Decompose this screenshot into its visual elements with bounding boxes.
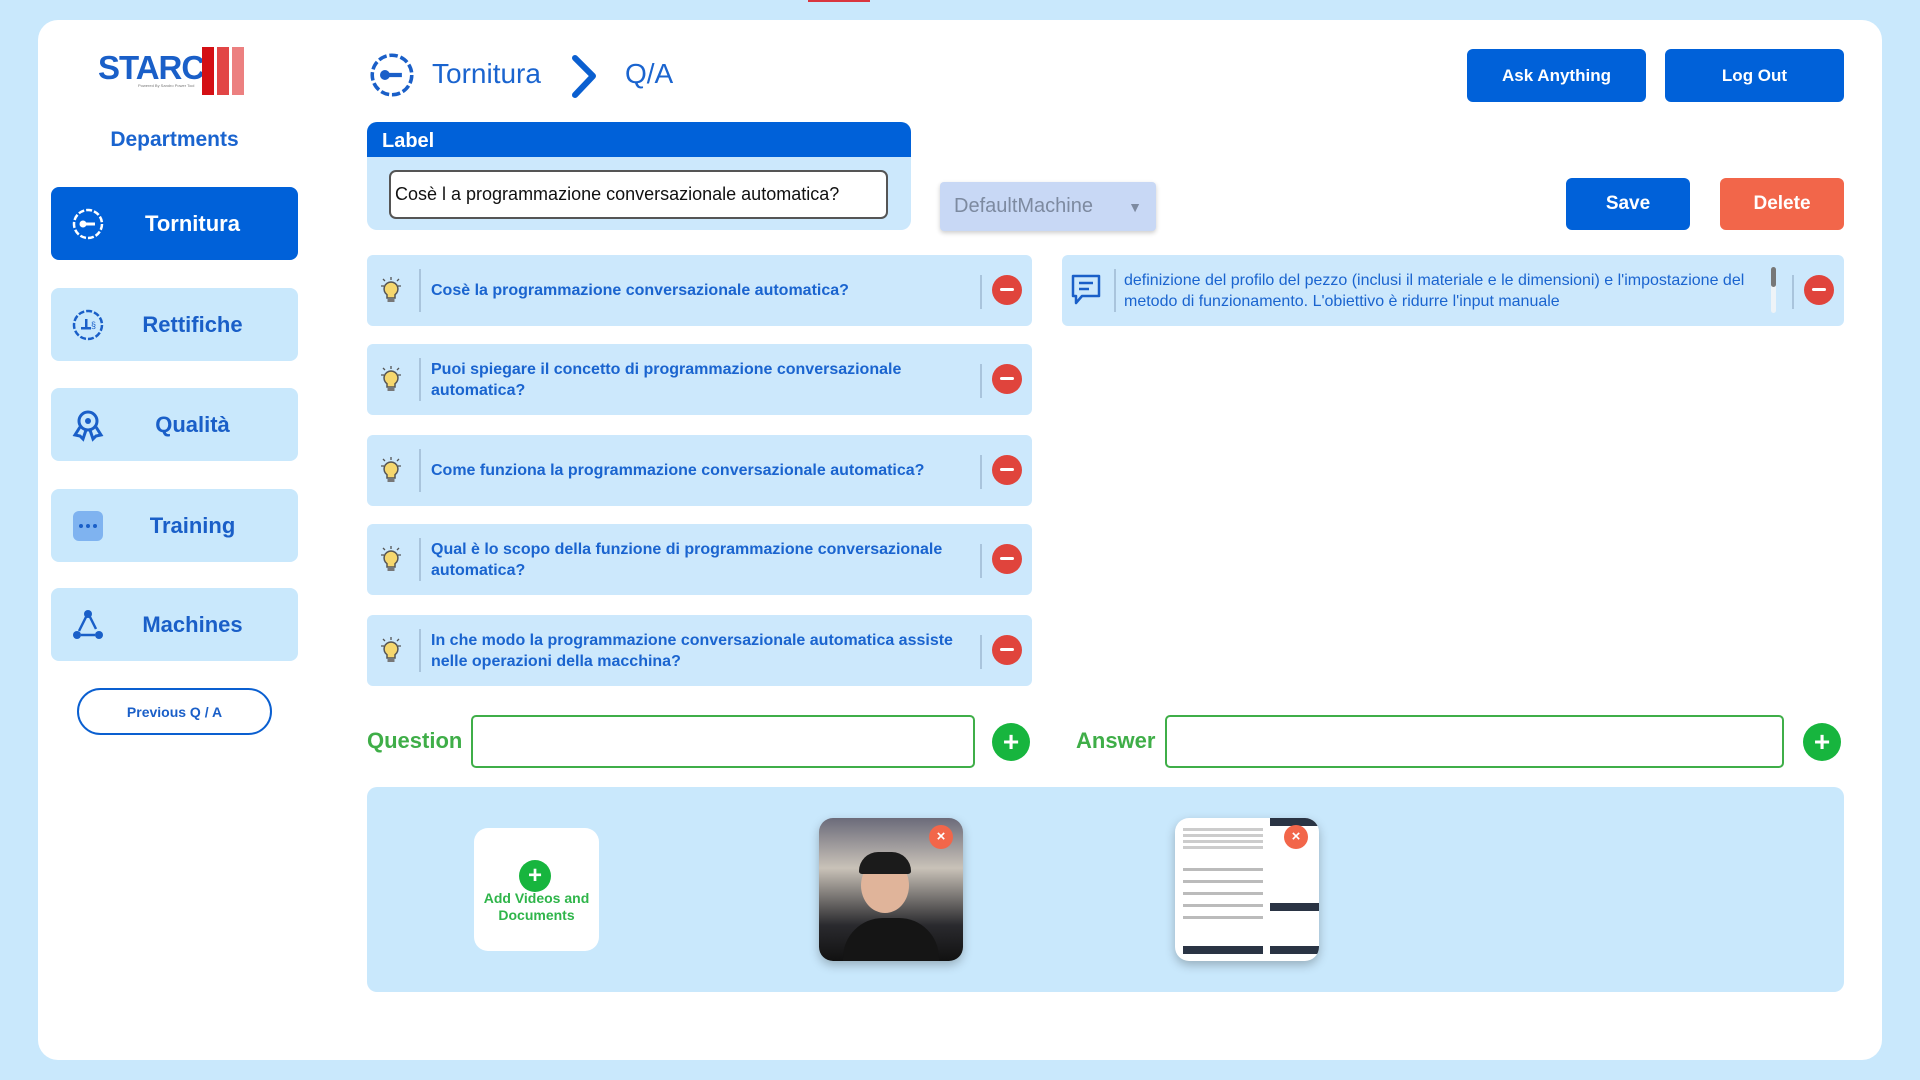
plus-icon: + — [1813, 726, 1831, 757]
machine-select-value: DefaultMachine — [954, 195, 1093, 217]
remove-question-button[interactable] — [992, 364, 1022, 394]
add-media-button[interactable]: + Add Videos and Documents — [474, 828, 599, 951]
breadcrumb-page: Q/A — [625, 58, 674, 89]
remove-question-button[interactable] — [992, 544, 1022, 574]
plus-icon: + — [519, 860, 551, 892]
lightbulb-icon — [381, 637, 401, 662]
question-text: Come funziona la programmazione conversa… — [431, 462, 925, 479]
answer-item: definizione del profilo del pezzo (inclu… — [1062, 255, 1844, 326]
machine-select[interactable]: DefaultMachine ▼ — [940, 182, 1156, 231]
label-input[interactable] — [389, 170, 888, 219]
question-item: Cosè la programmazione conversazionale a… — [367, 255, 1032, 326]
add-media-label: Add Videos and Documents — [483, 890, 590, 923]
remove-answer-button[interactable] — [1804, 275, 1834, 305]
gear-key-icon — [72, 208, 104, 240]
sidebar-item-rettifiche[interactable]: § Rettifiche — [51, 288, 298, 361]
question-text: Qual è lo scopo della funzione di progra… — [431, 540, 943, 579]
logo-text: STARC — [98, 49, 205, 86]
answer-scrollbar[interactable] — [1771, 267, 1776, 313]
remove-document-button[interactable]: × — [1284, 825, 1308, 849]
top-indicator — [808, 0, 870, 2]
lightbulb-icon — [381, 366, 401, 391]
question-input[interactable] — [471, 715, 975, 768]
caret-down-icon: ▼ — [1128, 198, 1142, 215]
label-title: Label — [367, 122, 911, 157]
sidebar-item-tornitura[interactable]: Tornitura — [51, 187, 298, 260]
remove-question-button[interactable] — [992, 455, 1022, 485]
logo-tagline: Powered By Sandro Power Tool — [138, 83, 195, 88]
question-item: In che modo la programmazione conversazi… — [367, 615, 1032, 686]
save-button[interactable]: Save — [1566, 178, 1690, 230]
remove-video-button[interactable]: × — [929, 825, 953, 849]
label-card: Label — [367, 122, 911, 230]
lightbulb-icon — [381, 457, 401, 482]
delete-button[interactable]: Delete — [1720, 178, 1844, 230]
gear-grinder-icon: § — [72, 309, 104, 341]
question-text: Puoi spiegare il concetto di programmazi… — [431, 360, 902, 399]
answer-text: definizione del profilo del pezzo (inclu… — [1124, 271, 1745, 310]
network-triangle-icon — [73, 610, 103, 639]
gear-key-icon — [370, 53, 414, 97]
lightbulb-icon — [381, 277, 401, 302]
previous-qa-button[interactable]: Previous Q / A — [77, 688, 272, 735]
sidebar-item-qualita[interactable]: Qualità — [51, 388, 298, 461]
question-label: Question — [367, 728, 463, 753]
svg-text:§: § — [91, 320, 96, 330]
ask-anything-button[interactable]: Ask Anything — [1467, 49, 1646, 102]
question-item: Qual è lo scopo della funzione di progra… — [367, 524, 1032, 595]
question-text: Cosè la programmazione conversazionale a… — [431, 282, 849, 299]
chevron-right-icon — [572, 55, 596, 98]
answer-label: Answer — [1076, 728, 1156, 753]
chat-message-icon — [1071, 274, 1101, 305]
sidebar-item-training[interactable]: Training — [51, 489, 298, 562]
sidebar-item-machines[interactable]: Machines — [51, 588, 298, 661]
question-item: Puoi spiegare il concetto di programmazi… — [367, 344, 1032, 415]
answer-input[interactable] — [1165, 715, 1784, 768]
remove-question-button[interactable] — [992, 275, 1022, 305]
departments-heading: Departments — [110, 128, 239, 151]
more-dots-icon — [73, 511, 103, 541]
breadcrumb-department[interactable]: Tornitura — [432, 58, 541, 90]
remove-question-button[interactable] — [992, 635, 1022, 665]
lightbulb-icon — [381, 546, 401, 571]
logo: STARC Powered By Sandro Power Tool — [98, 47, 248, 97]
award-badge-icon — [72, 410, 104, 442]
add-question-button[interactable]: + — [992, 723, 1030, 761]
question-text: In che modo la programmazione conversazi… — [431, 631, 953, 670]
add-answer-button[interactable]: + — [1803, 723, 1841, 761]
log-out-button[interactable]: Log Out — [1665, 49, 1844, 102]
plus-icon: + — [1002, 726, 1020, 757]
question-item: Come funziona la programmazione conversa… — [367, 435, 1032, 506]
